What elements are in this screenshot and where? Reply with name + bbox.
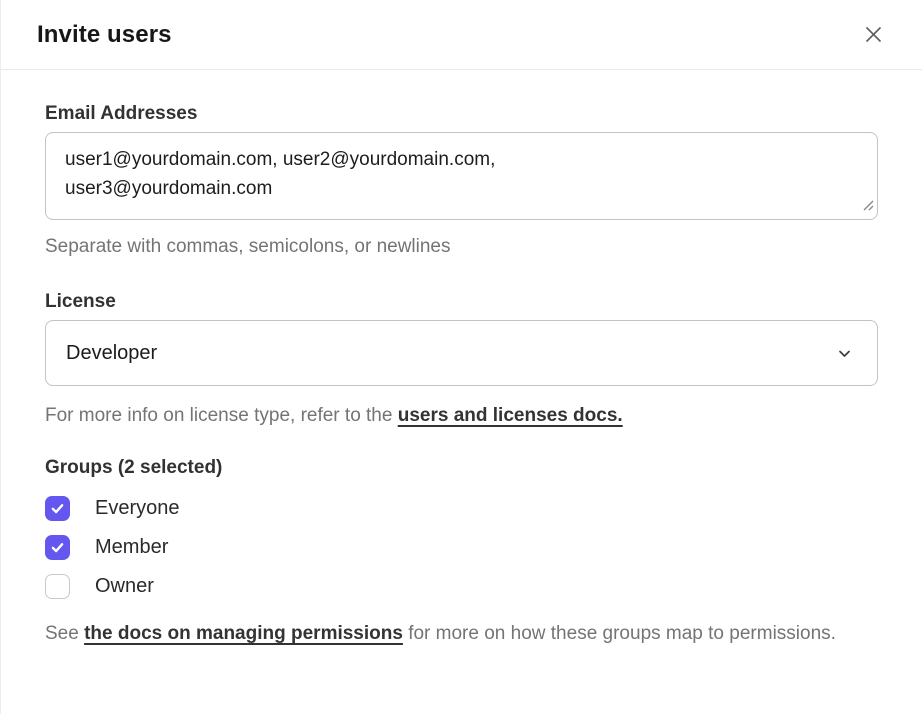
groups-helper-text: See the docs on managing permissions for…	[45, 619, 878, 648]
group-row-member[interactable]: Member	[45, 535, 878, 560]
group-label-owner: Owner	[95, 575, 154, 598]
users-licenses-docs-link[interactable]: users and licenses docs.	[398, 405, 623, 426]
modal-header: Invite users	[1, 0, 922, 70]
license-select[interactable]: Developer	[45, 320, 878, 386]
modal-body: Email Addresses user1@yourdomain.com, us…	[1, 70, 922, 648]
email-textarea-wrap: user1@yourdomain.com, user2@yourdomain.c…	[45, 132, 878, 220]
checkbox-owner[interactable]	[45, 574, 70, 599]
group-row-everyone[interactable]: Everyone	[45, 496, 878, 521]
checkmark-icon	[49, 500, 66, 517]
email-addresses-input[interactable]: user1@yourdomain.com, user2@yourdomain.c…	[45, 132, 878, 220]
checkmark-icon	[49, 539, 66, 556]
close-icon	[861, 22, 886, 47]
group-row-owner[interactable]: Owner	[45, 574, 878, 599]
email-helper-text: Separate with commas, semicolons, or new…	[45, 232, 878, 261]
groups-section: Groups (2 selected) Everyone Member	[45, 457, 878, 648]
managing-permissions-docs-link[interactable]: the docs on managing permissions	[84, 623, 403, 644]
license-helper-text: For more info on license type, refer to …	[45, 401, 878, 430]
group-label-member: Member	[95, 536, 168, 559]
checkbox-member[interactable]	[45, 535, 70, 560]
close-button[interactable]	[857, 18, 890, 51]
license-section: License Developer For more info on licen…	[45, 291, 878, 430]
license-helper-prefix: For more info on license type, refer to …	[45, 405, 398, 426]
chevron-down-icon	[836, 345, 853, 362]
group-label-everyone: Everyone	[95, 497, 180, 520]
checkbox-everyone[interactable]	[45, 496, 70, 521]
license-label: License	[45, 291, 878, 313]
email-addresses-label: Email Addresses	[45, 103, 878, 125]
license-selected-value: Developer	[66, 342, 157, 365]
groups-helper-prefix: See	[45, 623, 84, 644]
groups-helper-suffix: for more on how these groups map to perm…	[403, 623, 836, 644]
page-title: Invite users	[37, 21, 172, 49]
groups-label: Groups (2 selected)	[45, 457, 878, 479]
